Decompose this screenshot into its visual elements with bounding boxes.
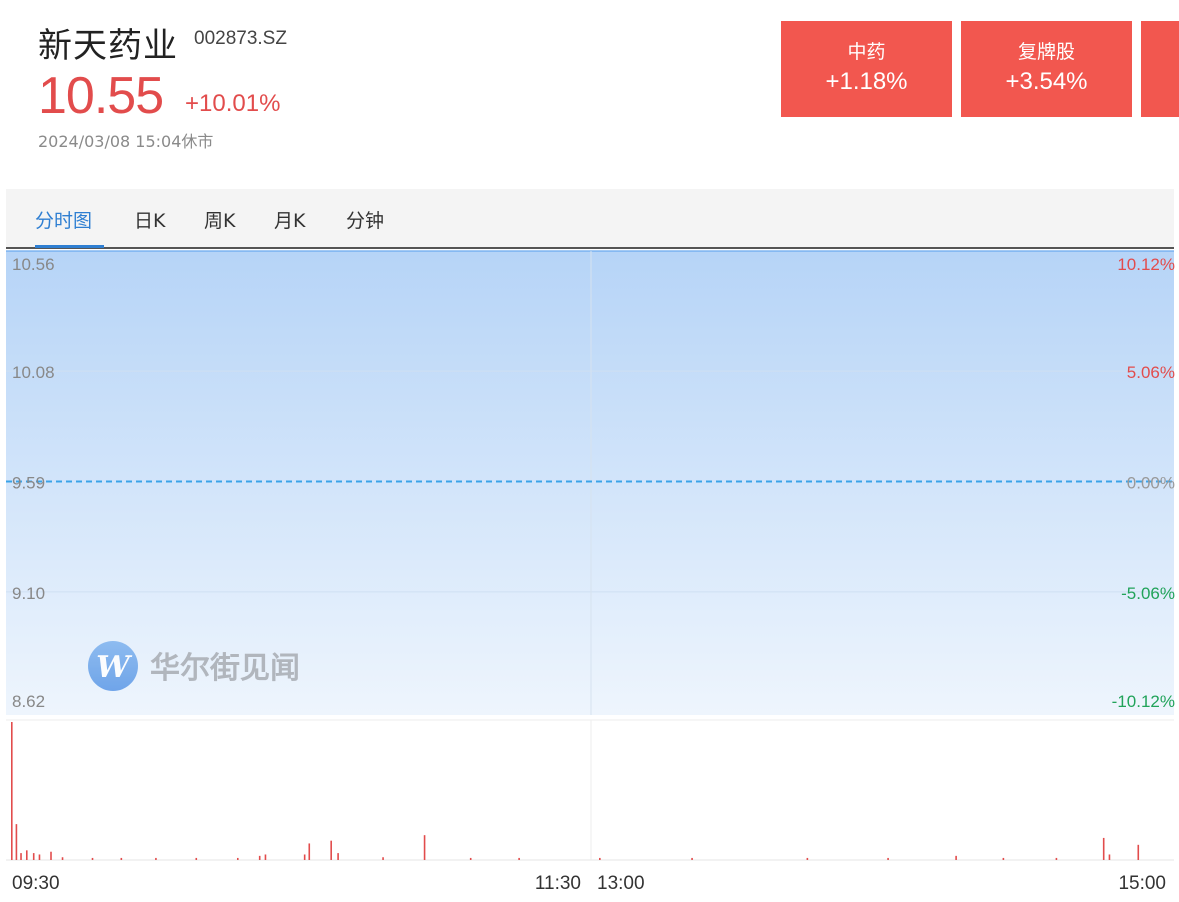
volume-bar bbox=[195, 857, 198, 860]
percent-tick-label: -10.12% bbox=[1112, 692, 1175, 711]
active-tab-indicator bbox=[35, 245, 104, 248]
intraday-chart[interactable]: 10.56 10.08 9.59 9.10 8.62 10.12% 5.06% 0.00% -… bbox=[0, 250, 1179, 902]
volume-bar bbox=[518, 857, 520, 860]
volume-bar bbox=[887, 857, 889, 860]
volume-bar bbox=[236, 857, 239, 860]
time-tick-label: 09:30 bbox=[12, 873, 60, 894]
volume-bar bbox=[382, 857, 384, 860]
watermark-text: 华尔街见闻 bbox=[150, 651, 300, 686]
time-tick-label: 11:30 bbox=[535, 873, 581, 894]
volume-bar bbox=[308, 843, 311, 860]
sector-change: +1.18% bbox=[825, 68, 908, 95]
tab-weekly-k[interactable]: 周K bbox=[204, 206, 235, 233]
sector-change: +3.54% bbox=[1005, 68, 1088, 95]
stock-code: 002873.SZ bbox=[194, 28, 287, 49]
volume-bar bbox=[264, 854, 267, 860]
price-tick-label: 10.56 bbox=[12, 255, 55, 274]
tab-minute[interactable]: 分钟 bbox=[346, 206, 384, 233]
volume-bar bbox=[15, 824, 18, 860]
volume-bar bbox=[806, 857, 809, 860]
volume-bar bbox=[91, 857, 94, 860]
sector-card-zhongyao[interactable]: 中药 +1.18% bbox=[781, 21, 952, 117]
volume-bar bbox=[120, 857, 123, 860]
volume-bar bbox=[38, 854, 41, 860]
sector-card-partial[interactable] bbox=[1141, 21, 1179, 117]
percent-tick-label: 5.06% bbox=[1127, 363, 1175, 382]
volume-panel-bg bbox=[6, 720, 1174, 862]
market-timestamp: 2024/03/08 15:04休市 bbox=[38, 132, 214, 151]
volume-bar bbox=[423, 835, 426, 860]
volume-bar bbox=[258, 855, 261, 860]
price-tick-label: 9.59 bbox=[12, 474, 45, 493]
volume-bar bbox=[155, 857, 157, 860]
volume-bar bbox=[337, 853, 339, 860]
volume-bar bbox=[955, 855, 957, 860]
volume-bar bbox=[303, 854, 306, 860]
percent-tick-label: 0.00% bbox=[1127, 474, 1175, 493]
sector-name: 复牌股 bbox=[1017, 41, 1075, 63]
price-tick-label: 8.62 bbox=[12, 692, 45, 711]
volume-bar bbox=[1055, 857, 1058, 860]
watermark-logo-letter: W bbox=[96, 650, 133, 685]
tab-monthly-k[interactable]: 月K bbox=[274, 206, 305, 233]
volume-bar bbox=[1102, 837, 1105, 860]
volume-bar bbox=[330, 840, 332, 860]
price-tick-label: 10.08 bbox=[12, 363, 55, 382]
tab-daily-k[interactable]: 日K bbox=[134, 206, 165, 233]
stock-price: 10.55 bbox=[38, 67, 164, 125]
volume-bar bbox=[691, 857, 693, 860]
sector-name: 中药 bbox=[847, 41, 886, 63]
tab-intraday[interactable]: 分时图 bbox=[35, 206, 92, 233]
volume-bar bbox=[50, 851, 52, 860]
volume-bar bbox=[61, 857, 64, 860]
price-change-percent: +10.01% bbox=[185, 90, 281, 117]
time-axis-ticks: 09:30 11:30 13:00 15:00 bbox=[12, 873, 1166, 894]
volume-bar bbox=[25, 850, 28, 860]
price-tick-label: 9.10 bbox=[12, 584, 45, 603]
stock-name: 新天药业 bbox=[38, 26, 178, 66]
volume-bar bbox=[32, 853, 35, 860]
time-tick-label: 13:00 bbox=[597, 873, 645, 894]
price-area bbox=[6, 251, 1174, 715]
percent-tick-label: 10.12% bbox=[1117, 255, 1175, 274]
time-tick-label: 15:00 bbox=[1118, 873, 1166, 894]
percent-tick-label: -5.06% bbox=[1121, 584, 1175, 603]
volume-bar bbox=[11, 722, 13, 860]
volume-bar bbox=[599, 857, 601, 860]
volume-bar bbox=[20, 853, 22, 860]
sector-card-fupaigu[interactable]: 复牌股 +3.54% bbox=[961, 21, 1132, 117]
volume-bar bbox=[469, 857, 472, 860]
chart-tab-bar: 分时图 日K 周K 月K 分钟 bbox=[6, 189, 1174, 249]
volume-bar bbox=[1002, 857, 1005, 860]
volume-bar bbox=[1108, 854, 1111, 860]
volume-bar bbox=[1137, 844, 1140, 860]
